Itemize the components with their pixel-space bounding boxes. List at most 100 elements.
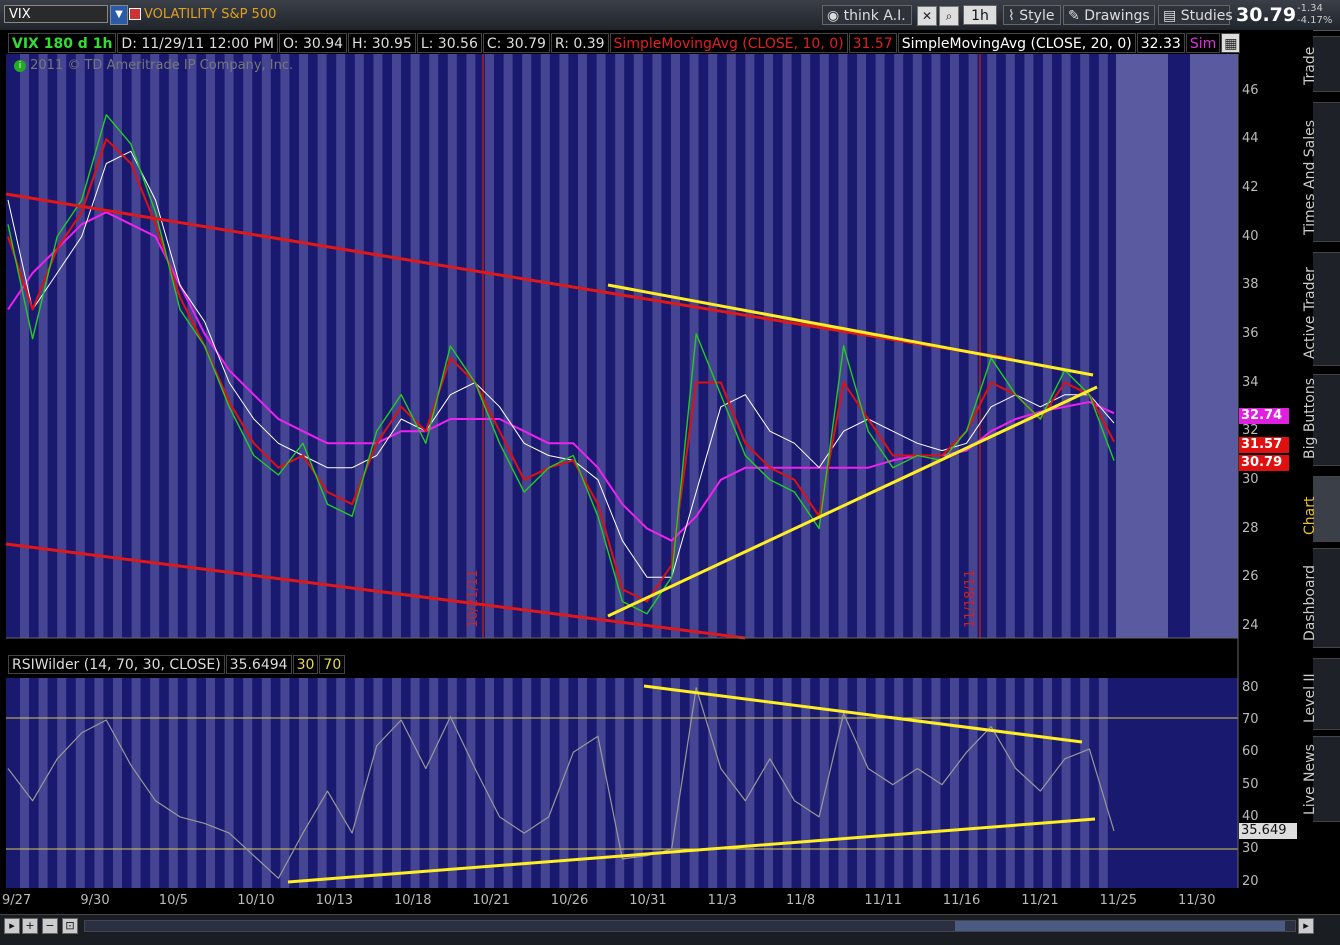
horizontal-scrollbar[interactable] xyxy=(84,920,1296,932)
panel-settings-icon[interactable]: ▦ xyxy=(1221,33,1241,53)
bar-range: R: 0.39 xyxy=(550,33,609,53)
session-stripe xyxy=(113,54,122,638)
symbol-dropdown-button[interactable]: ▼ xyxy=(110,5,128,25)
future-zone-shade xyxy=(1116,54,1168,638)
price-tick-label: 44 xyxy=(1242,131,1259,147)
think-ai-button[interactable]: ◉ think A.I. xyxy=(822,5,912,25)
session-stripe xyxy=(336,678,346,888)
session-stripe xyxy=(373,54,383,638)
rsi-tick-label: 80 xyxy=(1242,679,1259,695)
session-stripe xyxy=(1080,54,1090,638)
session-stripe xyxy=(447,54,457,638)
session-stripe xyxy=(1043,54,1052,638)
side-tab-big-buttons[interactable]: Big Buttons xyxy=(1302,374,1340,466)
session-stripe xyxy=(299,678,308,888)
studies-button[interactable]: ▤ Studies xyxy=(1158,5,1233,25)
session-stripe xyxy=(168,678,178,888)
session-stripe xyxy=(466,54,476,638)
session-stripe xyxy=(950,678,959,888)
zoom-in-icon[interactable]: + xyxy=(22,918,38,934)
session-stripe xyxy=(671,54,680,638)
session-stripe xyxy=(578,678,587,888)
session-stripe xyxy=(299,54,308,638)
session-stripe xyxy=(206,678,215,888)
session-stripe xyxy=(559,678,569,888)
drawings-button[interactable]: ✎ Drawings xyxy=(1063,5,1155,25)
rsi-tick-label: 40 xyxy=(1242,808,1259,824)
session-stripe xyxy=(522,678,532,888)
session-stripe xyxy=(540,54,550,638)
session-stripe xyxy=(689,678,699,888)
session-stripe xyxy=(745,678,755,888)
session-stripe xyxy=(503,54,513,638)
bar-date: D: 11/29/11 12:00 PM xyxy=(117,33,279,53)
session-stripe xyxy=(410,678,420,888)
session-stripe xyxy=(503,678,513,888)
side-tab-level-ii[interactable]: Level II xyxy=(1302,658,1340,730)
side-tab-trade[interactable]: Trade xyxy=(1302,36,1340,92)
session-stripe xyxy=(559,54,569,638)
side-tab-times-and-sales[interactable]: Times And Sales xyxy=(1302,102,1340,242)
session-stripe xyxy=(652,678,662,888)
symbol-input[interactable]: VIX xyxy=(4,5,108,23)
session-stripe xyxy=(280,678,290,888)
x-tick-label: 10/26 xyxy=(550,893,589,908)
timeframe-button[interactable]: 1h xyxy=(963,5,997,25)
session-stripe xyxy=(187,678,197,888)
price-tick-label: 34 xyxy=(1242,374,1259,390)
session-stripe xyxy=(75,54,85,638)
sma20-label: SimpleMovingAvg (CLOSE, 20, 0) xyxy=(897,33,1136,53)
x-tick-label: 9/30 xyxy=(80,893,110,908)
session-stripe xyxy=(354,54,364,638)
side-tab-dashboard[interactable]: Dashboard xyxy=(1302,548,1340,648)
session-stripe xyxy=(1043,678,1052,888)
side-tab-chart[interactable]: Chart xyxy=(1302,476,1340,542)
session-stripe xyxy=(615,54,625,638)
crosshair-icon[interactable]: ✕ xyxy=(917,6,937,26)
side-tab-active-trader[interactable]: Active Trader xyxy=(1302,252,1340,366)
bar-low: L: 30.56 xyxy=(416,33,482,53)
session-stripe xyxy=(429,54,439,638)
info-icon: i xyxy=(14,59,26,72)
session-stripe xyxy=(764,678,773,888)
expand-icon[interactable]: ▸ xyxy=(4,918,20,934)
rsi-tick-label: 20 xyxy=(1242,873,1259,889)
session-stripe xyxy=(968,54,978,638)
session-stripe xyxy=(131,678,141,888)
style-button[interactable]: ⌇ Style xyxy=(1003,5,1061,25)
chart-info-bar: VIX 180 d 1h D: 11/29/11 12:00 PM O: 30.… xyxy=(8,33,1241,53)
rsi-value: 35.6494 xyxy=(225,655,292,674)
session-stripe xyxy=(20,54,29,638)
session-stripe xyxy=(894,54,904,638)
session-stripe xyxy=(1024,54,1034,638)
globe-icon: ◉ xyxy=(827,8,840,24)
price-chart[interactable] xyxy=(0,30,1313,914)
session-stripe xyxy=(875,678,885,888)
session-stripe xyxy=(1098,54,1108,638)
rsi-overbought-label: 70 xyxy=(319,655,346,674)
session-stripe xyxy=(596,54,606,638)
session-stripe xyxy=(578,54,587,638)
x-tick-label: 11/8 xyxy=(786,893,816,908)
session-stripe xyxy=(429,678,439,888)
session-stripe xyxy=(75,678,85,888)
session-stripe xyxy=(224,54,234,638)
sma10-price-tag: 31.57 xyxy=(1239,437,1289,453)
side-tab-live-news[interactable]: Live News xyxy=(1302,736,1340,822)
zoom-out-icon[interactable]: − xyxy=(42,918,58,934)
scrollbar-thumb[interactable] xyxy=(955,921,1285,931)
reset-zoom-icon[interactable]: ⊡ xyxy=(62,918,78,934)
x-tick-label: 11/11 xyxy=(864,893,902,908)
session-stripe xyxy=(261,54,271,638)
rsi-oversold-label: 30 xyxy=(292,655,319,674)
session-stripe xyxy=(131,54,141,638)
session-stripe xyxy=(689,54,699,638)
rsi-label: RSIWilder (14, 70, 30, CLOSE) xyxy=(8,655,225,674)
chart-title: VIX 180 d 1h xyxy=(8,33,117,53)
x-tick-label: 10/31 xyxy=(629,893,667,908)
session-stripe xyxy=(633,54,643,638)
session-stripe xyxy=(801,54,811,638)
scroll-right-icon[interactable]: ▸ xyxy=(1298,918,1314,934)
zoom-icon[interactable]: ⌕ xyxy=(939,6,959,26)
price-tick-label: 42 xyxy=(1242,179,1259,195)
